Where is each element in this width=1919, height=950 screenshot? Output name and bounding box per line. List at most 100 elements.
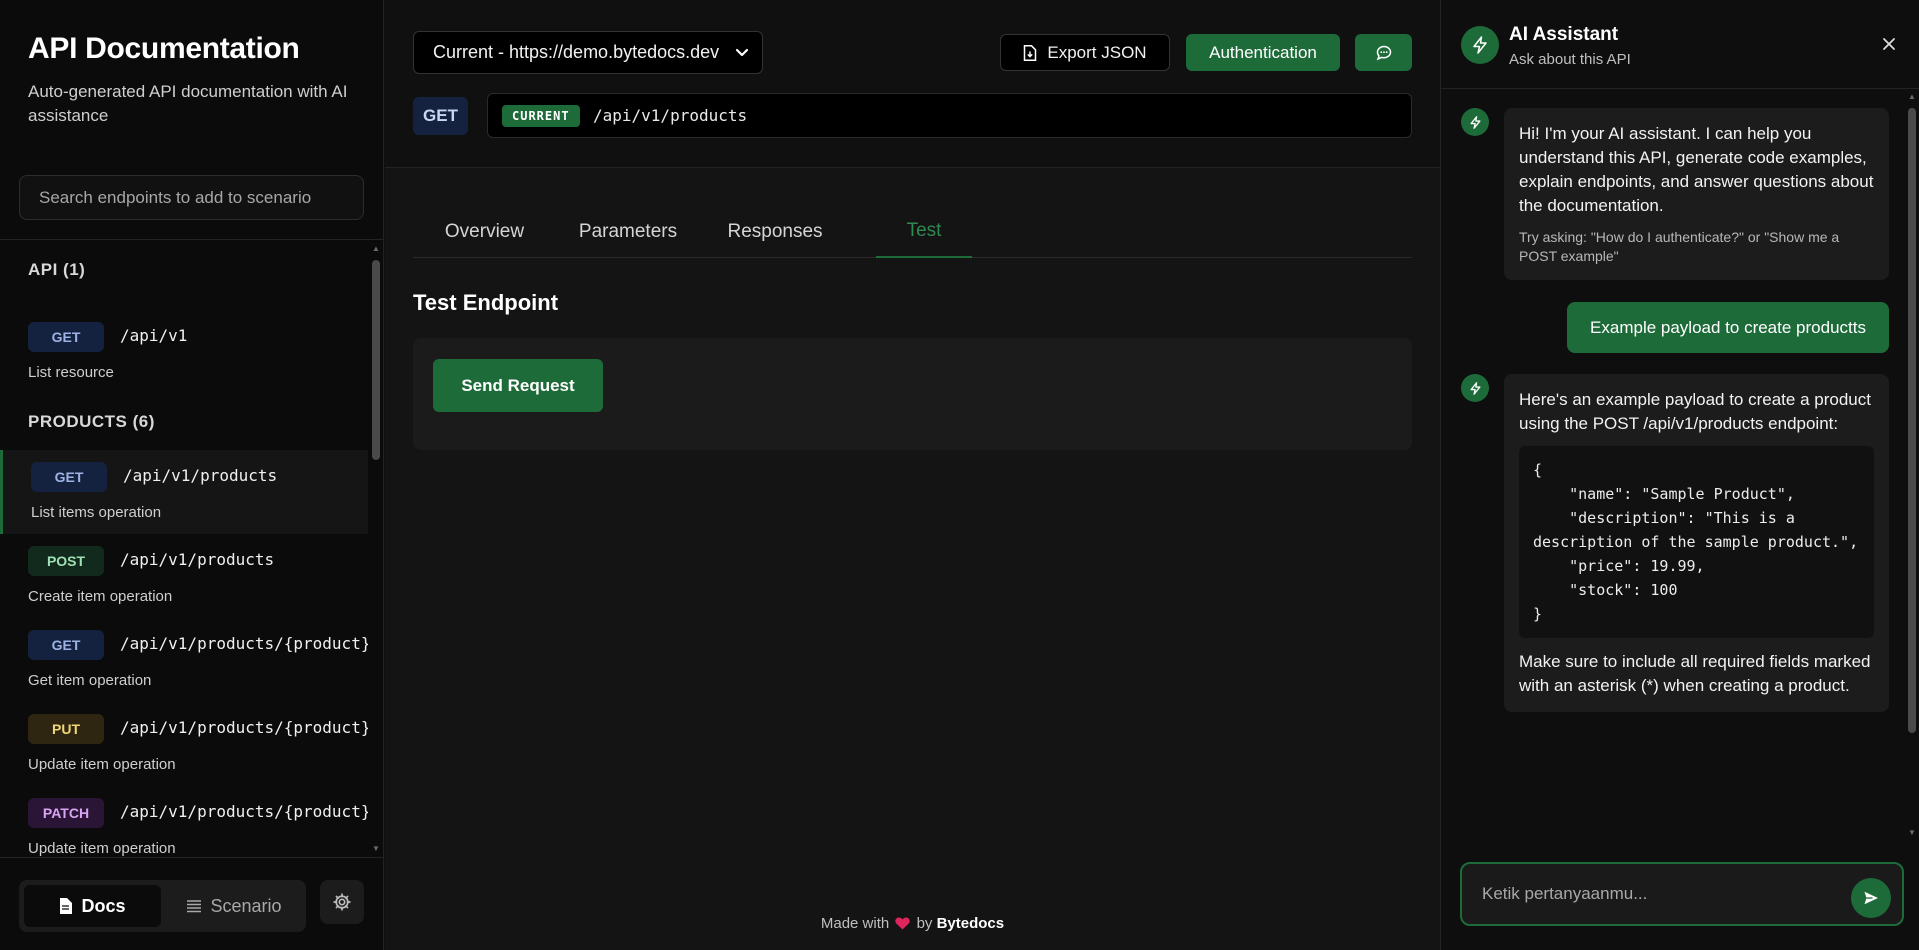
footer-brand-link[interactable]: Bytedocs: [937, 915, 1005, 932]
tab-responses[interactable]: Responses: [700, 205, 850, 258]
scrollbar-thumb[interactable]: [1908, 108, 1916, 733]
view-toggle: Docs Scenario: [19, 880, 306, 932]
scenario-view-label: Scenario: [210, 895, 282, 916]
endpoint-path: /api/v1/products/{product}: [120, 802, 368, 821]
assistant-code-block: { "name": "Sample Product", "description…: [1519, 446, 1874, 638]
export-json-label: Export JSON: [1047, 42, 1147, 62]
authentication-button[interactable]: Authentication: [1186, 34, 1340, 71]
endpoint-search-input[interactable]: [19, 175, 364, 220]
ai-chat-toggle-button[interactable]: [1355, 34, 1412, 71]
endpoint-item[interactable]: PUT /api/v1/products/{product} Update it…: [0, 702, 368, 786]
endpoint-item[interactable]: PATCH /api/v1/products/{product} Update …: [0, 786, 368, 856]
send-request-button[interactable]: Send Request: [433, 359, 603, 412]
environment-badge: CURRENT: [502, 105, 580, 127]
assistant-reply-outro: Make sure to include all required fields…: [1519, 652, 1871, 695]
method-badge-get: GET: [28, 322, 104, 352]
server-select-value: Current - https://demo.bytedocs.dev: [433, 42, 720, 62]
docs-view-button[interactable]: Docs: [24, 885, 161, 927]
endpoint-description: List items operation: [31, 504, 162, 521]
scroll-down-icon[interactable]: ▼: [372, 844, 380, 853]
assistant-message-avatar: [1461, 108, 1489, 136]
app-title: API Documentation: [28, 32, 300, 65]
ai-panel-subtitle: Ask about this API: [1509, 51, 1631, 68]
footer-by: by: [916, 915, 933, 932]
endpoint-description: List resource: [28, 364, 114, 381]
chat-input-container: [1460, 862, 1904, 926]
tab-test[interactable]: Test: [876, 205, 972, 258]
endpoint-description: Get item operation: [28, 672, 152, 689]
endpoint-url-bar: CURRENT /api/v1/products: [487, 93, 1412, 138]
endpoint-path: /api/v1/products: [123, 466, 278, 485]
scroll-down-icon[interactable]: ▼: [1908, 828, 1916, 837]
send-message-button[interactable]: [1851, 878, 1891, 918]
assistant-message: Hi! I'm your AI assistant. I can help yo…: [1504, 108, 1889, 280]
assistant-hint-text: Try asking: "How do I authenticate?" or …: [1519, 229, 1840, 264]
method-badge-get: GET: [28, 630, 104, 660]
endpoint-url: /api/v1/products: [593, 106, 748, 125]
sidebar-scrollbar[interactable]: ▲ ▼: [369, 242, 383, 856]
chevron-down-icon: [735, 48, 749, 57]
close-icon: [1883, 38, 1895, 50]
scroll-up-icon[interactable]: ▲: [1908, 92, 1916, 101]
ai-panel-title: AI Assistant: [1509, 24, 1619, 45]
assistant-message-avatar: [1461, 374, 1489, 402]
method-badge-get: GET: [31, 462, 107, 492]
sidebar: API Documentation Auto-generated API doc…: [0, 0, 384, 950]
file-download-icon: [1024, 44, 1037, 61]
app-subtitle: Auto-generated API documentation with AI…: [28, 82, 348, 125]
chat-messages: Hi! I'm your AI assistant. I can help yo…: [1441, 90, 1919, 840]
method-badge-put: PUT: [28, 714, 104, 744]
server-select[interactable]: Current - https://demo.bytedocs.dev: [413, 31, 763, 74]
endpoint-item[interactable]: GET /api/v1/products/{product} Get item …: [0, 618, 368, 702]
scenario-view-button[interactable]: Scenario: [166, 885, 303, 927]
test-panel: Send Request: [413, 338, 1412, 450]
endpoint-description: Create item operation: [28, 588, 173, 605]
assistant-welcome-text: Hi! I'm your AI assistant. I can help yo…: [1519, 124, 1874, 215]
group-header-api: API (1): [28, 260, 86, 279]
scroll-up-icon[interactable]: ▲: [372, 244, 380, 253]
tab-overview[interactable]: Overview: [413, 205, 556, 258]
settings-button[interactable]: [320, 880, 364, 924]
endpoint-path: /api/v1/products/{product}: [120, 718, 368, 737]
chat-input[interactable]: [1482, 879, 1832, 909]
heart-icon: [895, 917, 911, 930]
assistant-reply-intro: Here's an example payload to create a pr…: [1519, 390, 1871, 433]
export-json-button[interactable]: Export JSON: [1000, 34, 1170, 71]
user-message: Example payload to create productts: [1567, 302, 1889, 353]
chat-scrollbar[interactable]: ▲ ▼: [1905, 90, 1919, 840]
sidebar-footer: Docs Scenario: [0, 857, 384, 950]
authentication-label: Authentication: [1209, 42, 1317, 62]
request-method-badge: GET: [413, 97, 468, 135]
lightning-icon: [1470, 115, 1480, 129]
main-content: Current - https://demo.bytedocs.dev Expo…: [385, 0, 1440, 950]
made-with-footer: Made with by Bytedocs: [385, 915, 1440, 932]
group-header-products: PRODUCTS (6): [28, 412, 155, 431]
endpoint-header: Current - https://demo.bytedocs.dev Expo…: [385, 0, 1440, 168]
method-badge-patch: PATCH: [28, 798, 104, 828]
document-icon: [60, 898, 73, 914]
endpoint-item-active[interactable]: GET /api/v1/products List items operatio…: [0, 450, 368, 534]
method-badge-post: POST: [28, 546, 104, 576]
endpoint-item[interactable]: GET /api/v1 List resource: [0, 310, 368, 394]
endpoint-path: /api/v1/products/{product}: [120, 634, 368, 653]
scrollbar-thumb[interactable]: [372, 260, 380, 460]
ai-panel-header: AI Assistant Ask about this API: [1441, 0, 1919, 89]
docs-view-label: Docs: [81, 895, 126, 916]
endpoint-description: Update item operation: [28, 756, 176, 773]
endpoint-description: Update item operation: [28, 840, 176, 856]
footer-prefix: Made with: [820, 915, 890, 932]
assistant-message: Here's an example payload to create a pr…: [1504, 374, 1889, 712]
assistant-avatar: [1461, 26, 1499, 64]
section-title: Test Endpoint: [413, 290, 559, 315]
endpoint-tabs: Overview Parameters Responses Test: [413, 205, 1412, 258]
lightning-icon: [1470, 381, 1480, 395]
endpoint-path: /api/v1/products: [120, 550, 275, 569]
lightning-icon: [1473, 36, 1487, 54]
gear-icon: [333, 893, 351, 911]
close-ai-panel-button[interactable]: [1878, 33, 1900, 55]
tab-parameters[interactable]: Parameters: [556, 205, 700, 258]
endpoint-list: API (1) GET /api/v1 List resource PRODUC…: [0, 240, 368, 856]
endpoint-path: /api/v1: [120, 326, 188, 345]
endpoint-item[interactable]: POST /api/v1/products Create item operat…: [0, 534, 368, 618]
send-icon: [1864, 891, 1878, 905]
